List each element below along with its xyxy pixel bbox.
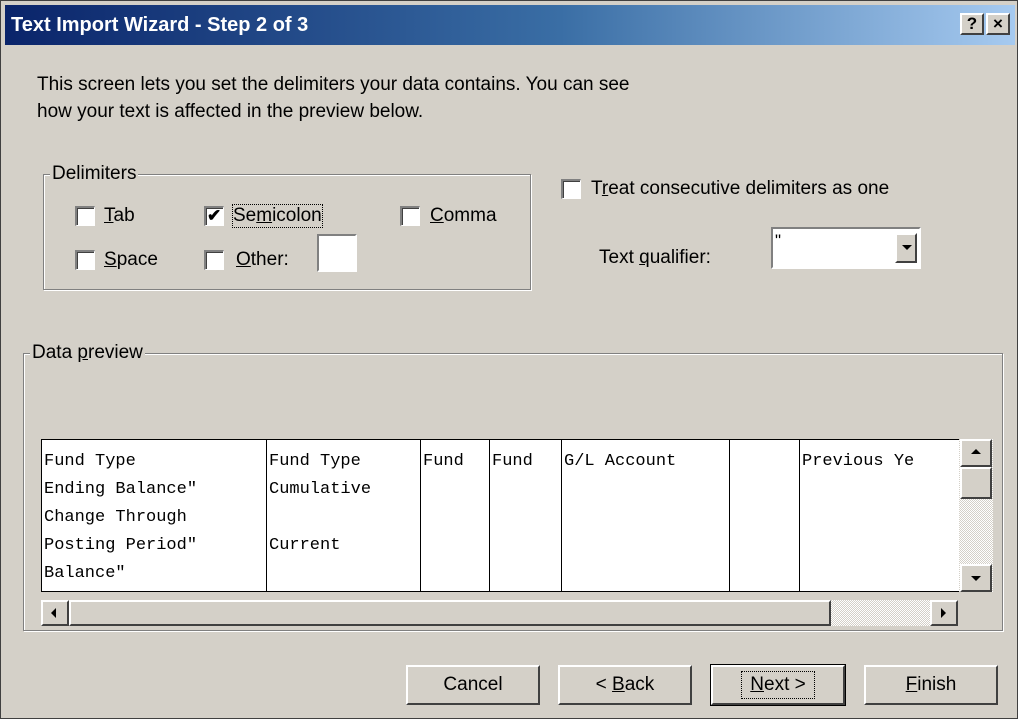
text-qualifier-select[interactable]: " [771,227,921,269]
data-preview-grid: Fund Type Ending Balance" Change Through… [41,439,960,592]
data-preview-group-label: Data preview [30,342,145,364]
preview-cell: Fund Type [44,452,136,471]
preview-column-1: Fund Type Ending Balance" Change Through… [42,440,267,591]
semicolon-checkbox[interactable]: ✔ [204,206,224,226]
vertical-scrollbar[interactable] [959,439,993,592]
preview-column-7: Previous Ye [800,440,959,591]
preview-cell: Ending Balance" [44,480,198,499]
cancel-button-label: Cancel [443,674,503,695]
help-button[interactable]: ? [960,13,984,35]
preview-cell: Fund Type [269,452,361,471]
intro-line-1: This screen lets you set the delimiters … [37,74,630,95]
consecutive-delimiters-label[interactable]: Treat consecutive delimiters as one [591,178,889,200]
space-checkbox-label[interactable]: Space [104,249,158,271]
tab-checkbox[interactable] [75,206,95,226]
next-button-label: Next > [741,671,815,699]
chevron-down-icon [902,245,912,250]
space-checkbox[interactable] [75,250,95,270]
scroll-up-button[interactable] [960,439,992,467]
close-button[interactable]: × [986,13,1010,35]
close-icon: × [993,14,1003,33]
horizontal-scrollbar[interactable] [41,600,958,626]
scroll-up-icon [971,449,981,454]
preview-cell: Posting Period" [44,536,198,555]
back-button-label: < Back [595,674,655,695]
vertical-scroll-thumb[interactable] [960,467,992,499]
delimiters-group-label: Delimiters [50,163,139,185]
title-bar: Text Import Wizard - Step 2 of 3 ? × [5,5,1015,45]
semicolon-checkbox-label[interactable]: Semicolon [232,204,323,228]
preview-cell: Change Through [44,508,187,527]
preview-cell: Fund [423,452,464,471]
text-qualifier-dropdown-button[interactable] [895,233,917,263]
finish-button-label: Finish [905,674,957,695]
horizontal-scroll-thumb[interactable] [69,600,831,626]
comma-checkbox[interactable] [400,206,420,226]
preview-cell: Current [269,536,341,555]
preview-cell: Balance" [44,564,126,583]
preview-column-6 [730,440,800,591]
preview-column-5: G/L Account [562,440,730,591]
preview-cell: Fund [492,452,533,471]
cancel-button[interactable]: Cancel [406,665,540,705]
comma-checkbox-label[interactable]: Comma [430,205,497,227]
scroll-down-button[interactable] [960,564,992,592]
scroll-right-button[interactable] [930,600,958,626]
consecutive-delimiters-checkbox[interactable] [561,179,581,199]
other-delimiter-input[interactable] [317,234,357,272]
preview-cell [267,560,420,588]
tab-checkbox-label[interactable]: Tab [104,205,135,227]
text-qualifier-label: Text qualifier: [599,247,711,268]
preview-cell [730,448,799,476]
text-qualifier-value: " [775,231,782,250]
preview-cell: Cumulative [269,480,372,499]
scroll-down-icon [971,576,981,581]
other-checkbox-label[interactable]: Other: [236,249,289,271]
preview-cell: Previous Ye [802,452,915,471]
preview-column-3: Fund [421,440,490,591]
preview-cell [267,504,420,532]
scroll-left-button[interactable] [41,600,69,626]
other-checkbox[interactable] [204,250,224,270]
delimiters-group: Delimiters [43,163,531,290]
scroll-left-icon [51,608,56,618]
text-import-wizard-dialog: Text Import Wizard - Step 2 of 3 ? × Thi… [0,0,1018,719]
scroll-right-icon [941,608,946,618]
intro-line-2: how your text is affected in the preview… [37,101,424,122]
semicolon-check-mark: ✔ [207,206,222,225]
preview-cell: G/L Account [564,452,677,471]
help-icon: ? [966,14,978,33]
window-title: Text Import Wizard - Step 2 of 3 [11,14,309,36]
next-button[interactable]: Next > [710,664,846,706]
finish-button[interactable]: Finish [864,665,998,705]
preview-column-2: Fund Type Cumulative Current [267,440,421,591]
preview-column-4: Fund [490,440,562,591]
back-button[interactable]: < Back [558,665,692,705]
